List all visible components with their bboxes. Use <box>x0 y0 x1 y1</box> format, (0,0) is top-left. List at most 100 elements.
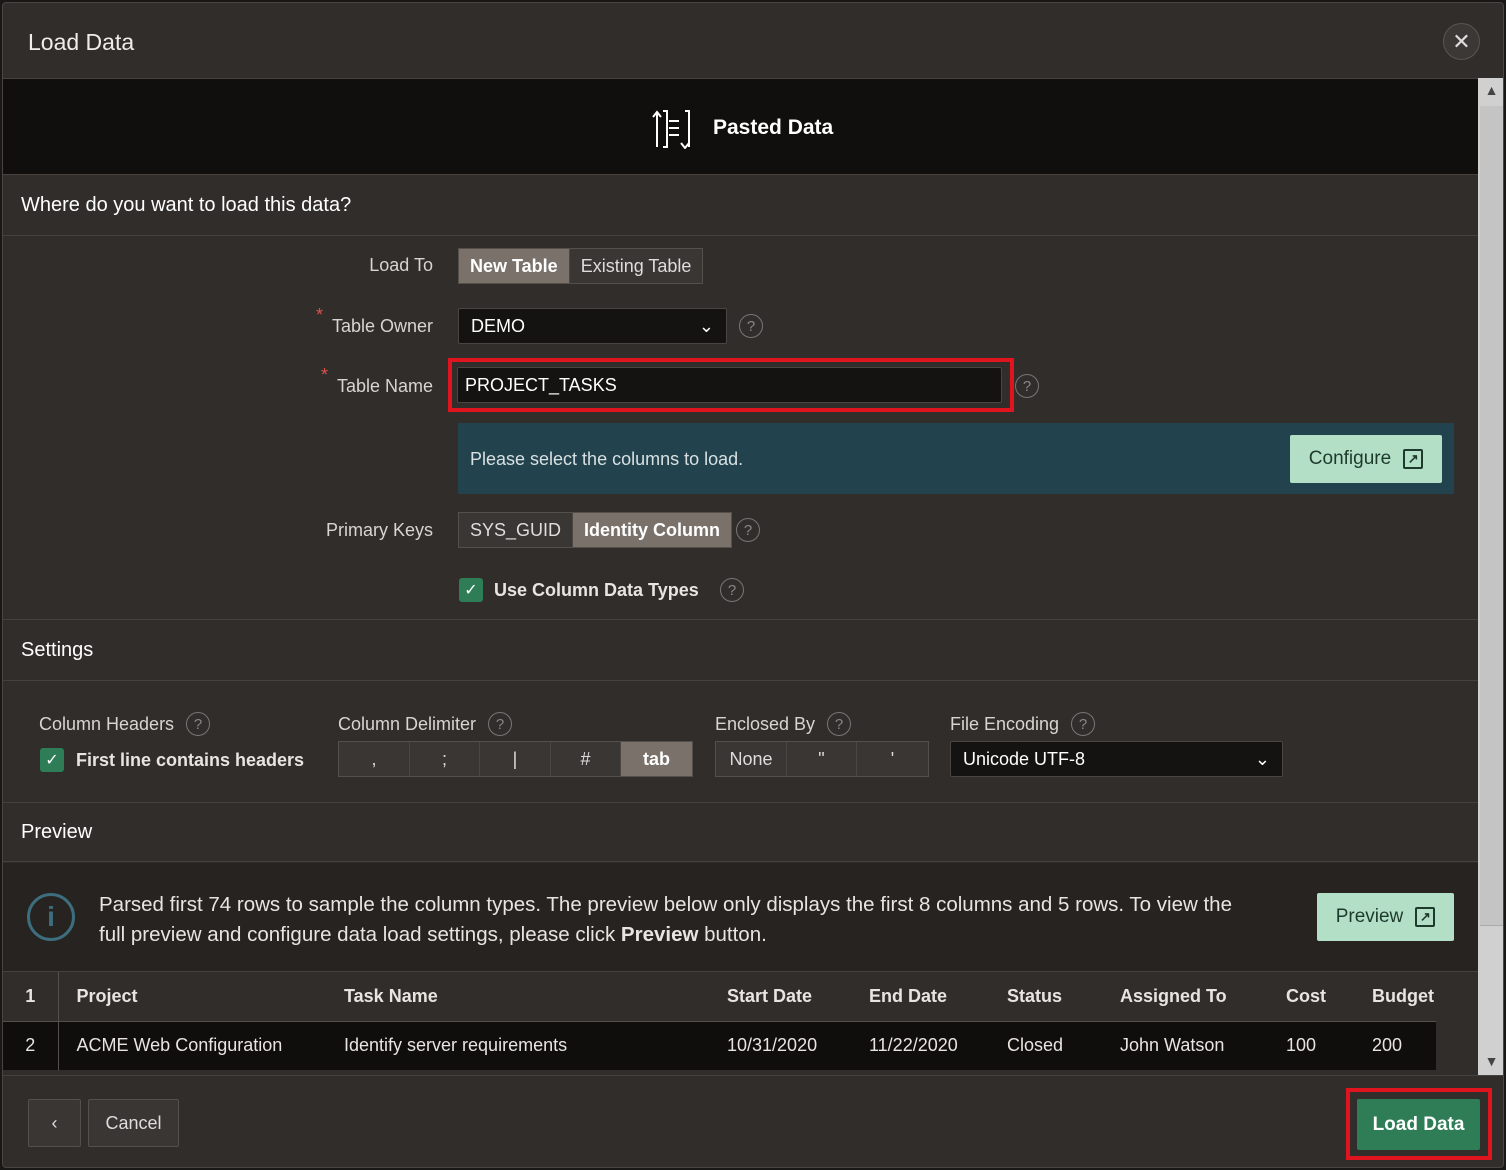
table-owner-select[interactable]: DEMO ⌄ <box>458 308 727 344</box>
table-cell: 10/31/2020 <box>727 1035 818 1056</box>
column-headers-label: Column Headers <box>39 713 175 734</box>
configure-button[interactable]: Configure ↗ <box>1290 435 1442 483</box>
help-icon[interactable]: ? <box>736 518 760 542</box>
first-line-headers-label: First line contains headers <box>76 750 305 770</box>
back-button[interactable]: ‹ <box>28 1099 81 1147</box>
pk-identity-column[interactable]: Identity Column <box>573 513 732 547</box>
source-banner: Pasted Data <box>3 78 1478 175</box>
table-name-label: Table Name <box>336 376 433 396</box>
pasted-data-icon <box>652 110 690 149</box>
info-icon: i <box>27 893 75 941</box>
table-name-input[interactable]: PROJECT_TASKS <box>457 367 1002 403</box>
column-header: End Date <box>851 972 989 1022</box>
table-cell: John Watson <box>1120 1035 1225 1056</box>
preview-table: 1 Project Task Name Start Date End Date Statu… <box>3 972 1436 1070</box>
delimiter-comma[interactable]: , <box>339 742 410 776</box>
load-to-new-table[interactable]: New Table <box>459 249 570 283</box>
table-cell: Closed <box>1007 1035 1064 1056</box>
table-cell: Identify server requirements <box>344 1035 568 1056</box>
pk-sys-guid[interactable]: SYS_GUID <box>459 513 574 547</box>
column-header: Start Date <box>709 972 851 1022</box>
chevron-down-icon: ⌄ <box>698 315 714 336</box>
configure-label: Configure <box>1308 448 1392 469</box>
cancel-button[interactable]: Cancel <box>88 1099 179 1147</box>
columns-info-panel: Please select the columns to load. Confi… <box>458 423 1454 494</box>
external-link-icon: ↗ <box>1403 449 1424 469</box>
column-header: Status <box>989 972 1102 1022</box>
table-row: 2 ACME Web Configuration Identify server r… <box>3 1021 1436 1070</box>
table-header-row: 1 Project Task Name Start Date End Date Statu… <box>3 972 1436 1022</box>
table-name-value: PROJECT_TASKS <box>465 374 617 395</box>
cancel-label: Cancel <box>105 1112 162 1133</box>
source-label: Pasted Data <box>713 116 834 139</box>
preview-table-container: 1 Project Task Name Start Date End Date Statu… <box>3 971 1478 1075</box>
column-header: Assigned To <box>1102 972 1268 1022</box>
scroll-up-icon[interactable]: ▲ <box>1478 82 1503 98</box>
primary-keys-label: Primary Keys <box>325 520 433 540</box>
enclosed-double-quote[interactable]: " <box>787 742 857 776</box>
table-cell: 100 <box>1286 1035 1317 1056</box>
footer-divider <box>3 1075 1503 1076</box>
file-encoding-value: Unicode UTF-8 <box>963 748 1086 769</box>
load-data-dialog: Load Data ✕ Pasted Data ▲ ▼ Where do you… <box>2 2 1504 1168</box>
table-cell: 11/22/2020 <box>869 1035 958 1056</box>
table-cell: ACME Web Configuration <box>76 1035 283 1056</box>
help-icon[interactable]: ? <box>1071 712 1096 736</box>
preview-info-panel: i Parsed first 74 rows to sample the col… <box>3 863 1478 971</box>
delimiter-tab[interactable]: tab <box>621 742 692 776</box>
chevron-left-icon: ‹ <box>51 1112 58 1133</box>
load-to-toggle: New Table Existing Table <box>458 248 704 284</box>
use-column-types-label: Use Column Data Types <box>494 580 699 600</box>
help-icon[interactable]: ? <box>827 712 852 736</box>
file-encoding-label: File Encoding <box>950 713 1060 734</box>
delimiter-hash[interactable]: # <box>551 742 621 776</box>
column-header: Project <box>58 972 326 1022</box>
preview-info-line-2-end: button. <box>698 923 767 946</box>
table-cell: 200 <box>1372 1035 1403 1056</box>
preview-button[interactable]: Preview ↗ <box>1317 893 1454 941</box>
external-link-icon: ↗ <box>1415 907 1436 927</box>
column-header: 1 <box>3 972 59 1022</box>
scrollbar[interactable]: ▲ ▼ <box>1478 78 1503 1076</box>
destination-heading: Where do you want to load this data? <box>3 176 1478 236</box>
help-icon[interactable]: ? <box>186 712 211 736</box>
table-owner-label: Table Owner <box>331 316 433 336</box>
delimiter-toggle: , ; | # tab <box>338 741 693 777</box>
help-icon[interactable]: ? <box>739 314 763 338</box>
close-icon: ✕ <box>1452 28 1471 54</box>
help-icon[interactable]: ? <box>720 578 744 602</box>
scroll-down-icon[interactable]: ▼ <box>1478 1053 1503 1069</box>
load-data-button[interactable]: Load Data <box>1357 1099 1480 1150</box>
table-cell: 2 <box>3 1021 59 1070</box>
enclosed-none[interactable]: None <box>716 742 787 776</box>
scrollbar-thumb[interactable] <box>1480 106 1503 926</box>
column-delimiter-label: Column Delimiter <box>338 713 477 734</box>
load-to-existing-table[interactable]: Existing Table <box>569 249 703 283</box>
dialog-title: Load Data <box>28 29 135 55</box>
column-header: Budget <box>1354 972 1436 1022</box>
preview-info-line-1: Parsed first 74 rows to sample the colum… <box>99 893 1232 916</box>
enclosed-single-quote[interactable]: ' <box>857 742 928 776</box>
table-owner-value: DEMO <box>471 315 525 336</box>
close-button[interactable]: ✕ <box>1443 23 1480 60</box>
use-column-types-checkbox[interactable]: ✓ <box>459 578 483 602</box>
column-header: Task Name <box>326 972 709 1022</box>
enclosed-by-label: Enclosed By <box>715 713 816 734</box>
columns-message: Please select the columns to load. <box>470 449 744 469</box>
preview-heading: Preview <box>3 802 1478 862</box>
help-icon[interactable]: ? <box>1015 374 1039 398</box>
delimiter-pipe[interactable]: | <box>480 742 551 776</box>
delimiter-semicolon[interactable]: ; <box>410 742 480 776</box>
preview-button-label: Preview <box>1335 906 1404 927</box>
preview-info-emphasis: Preview <box>620 923 699 946</box>
enclosed-by-toggle: None " ' <box>715 741 929 777</box>
settings-heading: Settings <box>3 619 1478 681</box>
help-icon[interactable]: ? <box>488 712 513 736</box>
chevron-down-icon: ⌄ <box>1254 748 1270 769</box>
load-to-label: Load To <box>369 255 433 275</box>
preview-info-line-2: full preview and configure data load set… <box>99 923 621 946</box>
first-line-headers-checkbox[interactable]: ✓ <box>40 748 64 772</box>
column-header: Cost <box>1268 972 1354 1022</box>
primary-keys-toggle: SYS_GUID Identity Column <box>458 512 733 548</box>
file-encoding-select[interactable]: Unicode UTF-8 ⌄ <box>950 741 1283 777</box>
